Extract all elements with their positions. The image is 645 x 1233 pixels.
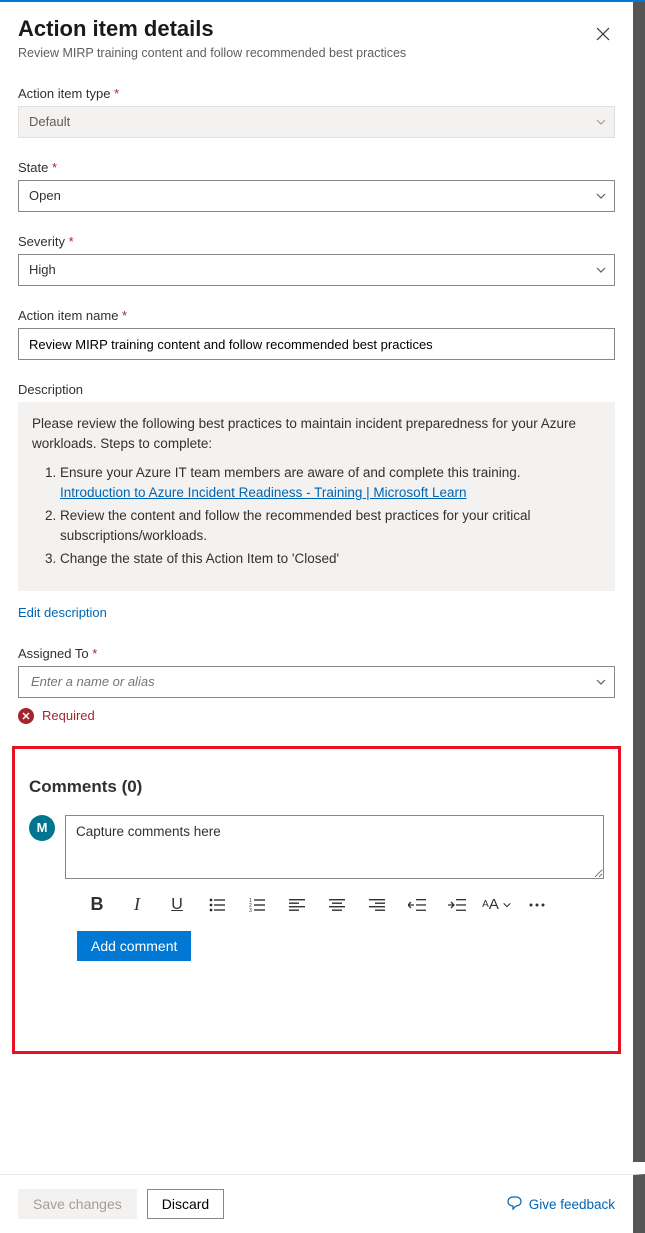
give-feedback-link[interactable]: Give feedback	[507, 1196, 615, 1212]
numbered-list-button[interactable]: 123	[237, 891, 277, 919]
font-size-button[interactable]: AA	[477, 891, 517, 919]
bullet-list-icon	[209, 898, 225, 912]
feedback-icon	[507, 1196, 523, 1212]
field-assigned-to: Assigned To Required	[18, 646, 615, 724]
assigned-to-error-text: Required	[42, 708, 95, 723]
page-subtitle: Review MIRP training content and follow …	[18, 46, 406, 60]
description-step-2: Review the content and follow the recomm…	[60, 506, 601, 545]
discard-button[interactable]: Discard	[147, 1189, 224, 1219]
outdent-icon	[408, 899, 426, 911]
bold-button[interactable]: B	[77, 891, 117, 919]
comment-editor[interactable]: Capture comments here	[65, 815, 604, 879]
description-training-link[interactable]: Introduction to Azure Incident Readiness…	[60, 485, 466, 500]
align-left-icon	[289, 899, 305, 911]
svg-text:3: 3	[249, 908, 252, 912]
close-icon	[596, 27, 610, 41]
save-changes-button: Save changes	[18, 1189, 137, 1219]
field-severity: Severity High	[18, 234, 615, 286]
field-action-item-name: Action item name	[18, 308, 615, 360]
select-action-item-type: Default	[18, 106, 615, 138]
input-assigned-to[interactable]	[29, 673, 586, 690]
underline-button[interactable]: U	[157, 891, 197, 919]
label-action-item-type: Action item type	[18, 86, 615, 101]
label-assigned-to: Assigned To	[18, 646, 615, 661]
indent-button[interactable]	[437, 891, 477, 919]
error-icon	[18, 708, 34, 724]
chevron-down-icon	[502, 900, 512, 910]
bullet-list-button[interactable]	[197, 891, 237, 919]
indent-icon	[448, 899, 466, 911]
description-content: Please review the following best practic…	[18, 402, 615, 591]
comments-heading: Comments (0)	[29, 777, 604, 797]
label-state: State	[18, 160, 615, 175]
field-action-item-type: Action item type Default	[18, 86, 615, 138]
action-item-panel: Action item details Review MIRP training…	[0, 2, 645, 1162]
align-right-icon	[369, 899, 385, 911]
description-intro: Please review the following best practic…	[32, 416, 576, 451]
combo-assigned-to[interactable]	[18, 666, 615, 698]
numbered-list-icon: 123	[249, 898, 265, 912]
field-description: Description Please review the following …	[18, 382, 615, 620]
description-step-1: Ensure your Azure IT team members are aw…	[60, 463, 601, 502]
input-action-item-name[interactable]	[18, 328, 615, 360]
give-feedback-text: Give feedback	[529, 1197, 615, 1212]
italic-button[interactable]: I	[117, 891, 157, 919]
outdent-button[interactable]	[397, 891, 437, 919]
more-icon	[529, 903, 545, 907]
add-comment-button[interactable]: Add comment	[77, 931, 191, 961]
label-action-item-name: Action item name	[18, 308, 615, 323]
field-state: State Open	[18, 160, 615, 212]
select-state[interactable]: Open	[18, 180, 615, 212]
more-options-button[interactable]	[517, 891, 557, 919]
description-step-3: Change the state of this Action Item to …	[60, 549, 601, 569]
close-button[interactable]	[591, 22, 615, 46]
align-center-button[interactable]	[317, 891, 357, 919]
comment-toolbar: B I U 123 AA	[29, 879, 604, 931]
assigned-to-error: Required	[18, 708, 615, 724]
align-right-button[interactable]	[357, 891, 397, 919]
edit-description-link[interactable]: Edit description	[18, 605, 107, 620]
avatar: M	[29, 815, 55, 841]
align-center-icon	[329, 899, 345, 911]
comments-section-highlight: Comments (0) M Capture comments here B I…	[12, 746, 621, 1054]
label-severity: Severity	[18, 234, 615, 249]
page-title: Action item details	[18, 16, 406, 42]
label-description: Description	[18, 382, 615, 397]
select-severity[interactable]: High	[18, 254, 615, 286]
align-left-button[interactable]	[277, 891, 317, 919]
panel-footer: Save changes Discard Give feedback	[0, 1174, 645, 1233]
